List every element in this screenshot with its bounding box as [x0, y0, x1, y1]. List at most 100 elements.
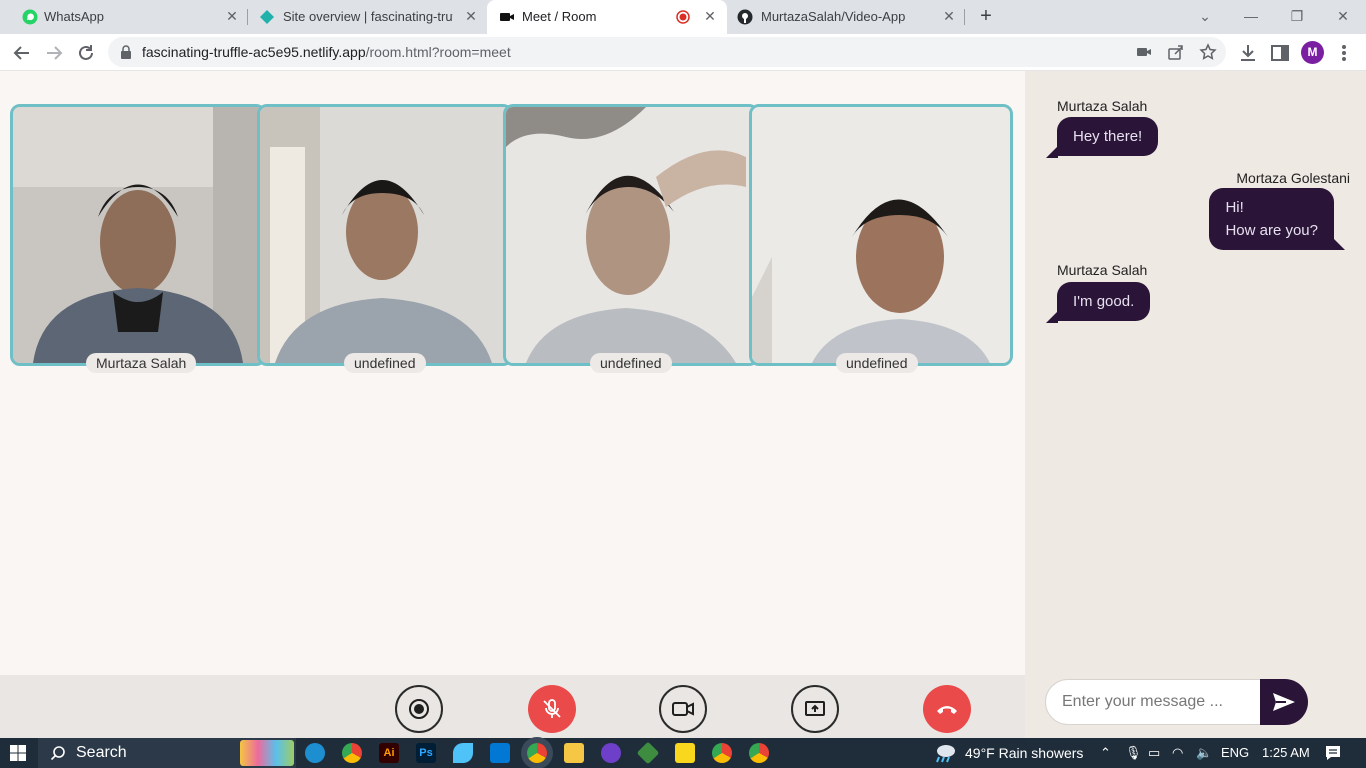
chrome-profile-icon[interactable]	[749, 743, 769, 763]
message-author: Murtaza Salah	[1057, 98, 1148, 114]
windows-start-icon[interactable]	[10, 745, 26, 761]
new-tab-button[interactable]: +	[976, 6, 996, 27]
tab-close-icon[interactable]: ✕	[463, 8, 479, 24]
url-text: fascinating-truffle-ac5e95.netlify.app/r…	[142, 44, 511, 60]
flutter-icon[interactable]	[453, 743, 473, 763]
camera-toggle-button[interactable]	[659, 685, 707, 733]
tab-search-icon[interactable]: ⌄	[1195, 6, 1215, 26]
tab-github[interactable]: MurtazaSalah/Video-App ✕	[727, 0, 963, 34]
tab-close-icon[interactable]: ✕	[224, 8, 240, 24]
participant-name-tag: undefined	[836, 353, 918, 373]
video-tile[interactable]	[257, 104, 513, 366]
tab-meet-room[interactable]: Meet / Room ✕	[487, 0, 727, 34]
tab-title: Site overview | fascinating-truffle	[283, 9, 453, 24]
tab-title: Meet / Room	[522, 9, 597, 24]
lock-icon[interactable]	[120, 45, 132, 59]
screen-share-icon	[805, 701, 825, 716]
participant-name-tag: undefined	[590, 353, 672, 373]
chat-panel: Murtaza Salah Hey there! Mortaza Golesta…	[1025, 71, 1366, 738]
windows-taskbar: Search Ai Ps 49°F Rain showers ⌃ 🎙 ▭ ◠ 🔈…	[0, 738, 1366, 768]
mute-microphone-button[interactable]	[528, 685, 576, 733]
wifi-icon[interactable]: ◠	[1172, 745, 1183, 761]
bookmark-star-icon[interactable]	[1199, 43, 1217, 61]
chat-message-bubble: I'm good.	[1057, 282, 1151, 321]
sticky-notes-icon[interactable]	[675, 743, 695, 763]
microphone-icon[interactable]: 🎙	[1125, 745, 1142, 761]
mic-off-icon	[543, 699, 561, 718]
send-icon	[1273, 693, 1295, 711]
notifications-icon[interactable]	[1325, 745, 1341, 761]
hang-up-button[interactable]	[923, 685, 971, 733]
record-button[interactable]	[395, 685, 443, 733]
participant-name-tag: Murtaza Salah	[86, 353, 197, 373]
bubble-tail	[1333, 238, 1345, 250]
tab-title: MurtazaSalah/Video-App	[761, 9, 906, 24]
github-desktop-icon[interactable]	[601, 743, 621, 763]
browser-menu-icon[interactable]	[1334, 42, 1354, 64]
browser-tab-strip: WhatsApp ✕ Site overview | fascinating-t…	[0, 0, 1366, 34]
photoshop-icon[interactable]: Ps	[416, 743, 436, 763]
screen-share-button[interactable]	[791, 685, 839, 733]
participant-video	[13, 107, 263, 363]
profile-avatar[interactable]: M	[1301, 41, 1324, 64]
tab-whatsapp[interactable]: WhatsApp ✕	[0, 0, 246, 34]
chat-message-bubble: Hi! How are you?	[1209, 188, 1334, 250]
download-icon[interactable]	[1237, 42, 1259, 64]
battery-icon[interactable]: ▭	[1148, 745, 1160, 761]
message-text: How are you?	[1225, 222, 1318, 239]
close-window-button[interactable]: ✕	[1333, 6, 1353, 26]
message-text: I'm good.	[1073, 293, 1135, 310]
clock[interactable]: 1:25 AM	[1262, 745, 1310, 760]
illustrator-icon[interactable]: Ai	[379, 743, 399, 763]
language-indicator[interactable]: ENG	[1221, 745, 1249, 760]
url-path: /room.html?room=meet	[365, 44, 511, 60]
address-bar[interactable]: fascinating-truffle-ac5e95.netlify.app/r…	[108, 37, 1226, 67]
side-panel-icon[interactable]	[1269, 42, 1291, 64]
search-highlight-icon	[240, 740, 294, 766]
tab-close-icon[interactable]: ✕	[941, 8, 957, 24]
message-text: Hi!	[1225, 199, 1244, 216]
send-message-button[interactable]	[1260, 679, 1308, 725]
call-controls-bar	[0, 675, 1025, 738]
reload-icon[interactable]	[75, 42, 97, 64]
volume-icon[interactable]: 🔈	[1196, 745, 1212, 761]
git-icon[interactable]	[636, 741, 660, 765]
record-icon	[409, 699, 429, 719]
video-tile[interactable]	[503, 104, 759, 366]
minimize-button[interactable]: —	[1241, 6, 1261, 26]
participant-video	[506, 107, 756, 363]
weather-rain-icon[interactable]	[933, 743, 957, 763]
forward-icon[interactable]	[43, 42, 65, 64]
video-tile[interactable]	[749, 104, 1013, 366]
back-icon[interactable]	[11, 42, 33, 64]
browser-toolbar: fascinating-truffle-ac5e95.netlify.app/r…	[0, 34, 1366, 71]
message-author: Murtaza Salah	[1057, 262, 1148, 278]
netlify-icon	[260, 10, 274, 24]
file-explorer-icon[interactable]	[564, 743, 584, 763]
taskbar-search[interactable]: Search	[38, 738, 296, 768]
chat-message-bubble: Hey there!	[1057, 117, 1159, 156]
meet-room-page: Murtaza Salah undefined undefined undefi…	[0, 71, 1366, 738]
video-tile[interactable]	[10, 104, 266, 366]
recording-indicator-icon	[676, 10, 690, 24]
github-icon	[737, 9, 753, 25]
restore-button[interactable]: ❐	[1287, 6, 1307, 26]
chrome-icon[interactable]	[342, 743, 362, 763]
participant-name-tag: undefined	[344, 353, 426, 373]
search-icon	[50, 746, 65, 761]
edge-icon[interactable]	[305, 743, 325, 763]
video-area: Murtaza Salah undefined undefined undefi…	[0, 71, 1025, 738]
participant-video	[260, 107, 510, 363]
weather-text[interactable]: 49°F Rain showers	[965, 745, 1083, 761]
camera-in-use-icon[interactable]	[1135, 43, 1153, 61]
video-camera-icon	[500, 13, 514, 21]
tab-netlify[interactable]: Site overview | fascinating-truffle ✕	[247, 0, 487, 34]
chrome-profile-icon[interactable]	[712, 743, 732, 763]
chevron-up-icon[interactable]: ⌃	[1100, 745, 1111, 761]
video-camera-icon	[672, 702, 694, 716]
chat-message-input[interactable]	[1045, 679, 1261, 725]
chrome-active-icon[interactable]	[527, 743, 547, 763]
vscode-icon[interactable]	[490, 743, 510, 763]
tab-close-icon[interactable]: ✕	[702, 8, 718, 24]
share-icon[interactable]	[1167, 43, 1185, 61]
